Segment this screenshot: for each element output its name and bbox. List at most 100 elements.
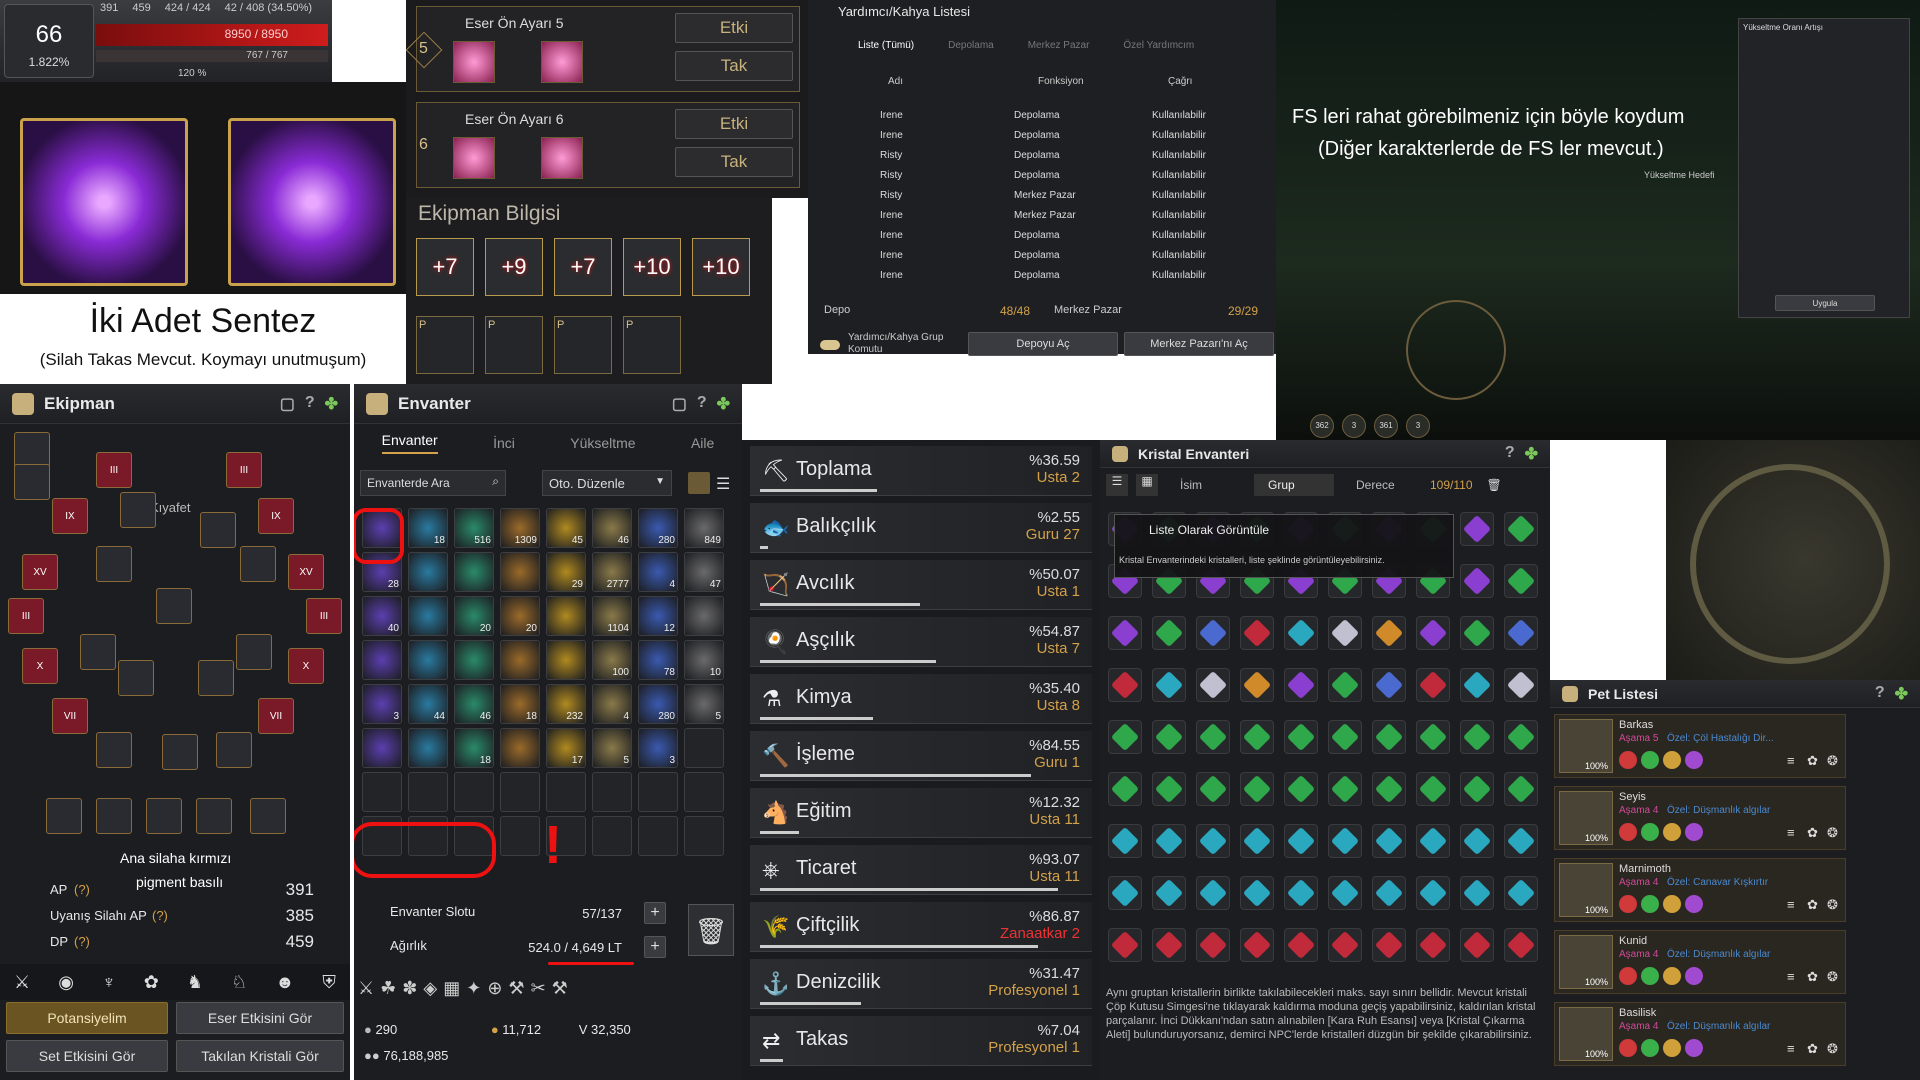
life-skill-row[interactable]: ⚓ Denizcilik %31.47 Profesyonel 1 <box>750 959 1092 1009</box>
clover-icon[interactable]: ✤ <box>1525 444 1538 464</box>
inventory-item[interactable] <box>454 640 494 680</box>
crystal-slot[interactable] <box>1372 720 1406 754</box>
crystal-slot[interactable] <box>1416 668 1450 702</box>
side-icon[interactable] <box>14 432 50 468</box>
helper-tab[interactable]: Depolama <box>948 40 994 51</box>
inventory-item[interactable]: 100 <box>592 640 632 680</box>
crystal-slot[interactable] <box>1152 616 1186 650</box>
crystal-slot[interactable] <box>1504 668 1538 702</box>
table-row[interactable]: Irene Depolama Kullanılabilir <box>808 106 1258 126</box>
table-row[interactable]: Irene Depolama Kullanılabilir <box>808 226 1258 246</box>
equipment-slot[interactable] <box>200 512 236 548</box>
crystal-slot[interactable] <box>1108 928 1142 962</box>
inventory-item[interactable]: 18 <box>500 684 540 724</box>
inventory-item[interactable]: 40 <box>362 596 402 636</box>
crystal-slot[interactable] <box>1196 824 1230 858</box>
crystal-slot[interactable] <box>1108 668 1142 702</box>
life-skill-row[interactable]: 🐴 Eğitim %12.32 Usta 11 <box>750 788 1092 838</box>
empty-slot[interactable] <box>592 772 632 812</box>
tool-icon[interactable]: ⊕ <box>487 978 502 999</box>
crystal-slot[interactable] <box>1284 772 1318 806</box>
crystal-slot[interactable] <box>1460 668 1494 702</box>
crystal-slot[interactable] <box>1152 824 1186 858</box>
table-row[interactable]: Irene Depolama Kullanılabilir <box>808 126 1258 146</box>
empty-slot[interactable] <box>684 728 724 768</box>
pet-action-icon[interactable]: ✿ <box>1807 969 1818 985</box>
crystal-slot[interactable] <box>1372 876 1406 910</box>
pet-action-icon[interactable]: ❂ <box>1827 1041 1838 1057</box>
crystal-slot[interactable] <box>1460 512 1494 546</box>
pet-action-icon[interactable]: ≡ <box>1787 825 1795 840</box>
helper-tab[interactable]: Liste (Tümü) <box>858 40 914 51</box>
crystal-slot[interactable] <box>1196 616 1230 650</box>
empty-slot[interactable] <box>500 816 540 856</box>
inventory-item[interactable]: 44 <box>408 684 448 724</box>
grid-view-icon[interactable] <box>688 472 710 494</box>
crystal-slot[interactable] <box>1504 720 1538 754</box>
inventory-search[interactable]: Envanterde Ara ⌕ <box>360 470 506 496</box>
inventory-item[interactable]: 45 <box>546 508 586 548</box>
inventory-item[interactable]: 46 <box>592 508 632 548</box>
inventory-item[interactable] <box>454 552 494 592</box>
effect-button[interactable]: Etki <box>675 109 793 139</box>
crystal-slot[interactable] <box>1152 720 1186 754</box>
empty-slot[interactable] <box>500 772 540 812</box>
crystal-slot[interactable] <box>1284 668 1318 702</box>
list-view-icon[interactable]: ☰ <box>716 474 730 494</box>
tab-icon[interactable]: ♘ <box>231 972 247 993</box>
tab-icon[interactable]: ⚔ <box>14 972 30 993</box>
inventory-item[interactable] <box>362 728 402 768</box>
crystal-slot[interactable] <box>1196 876 1230 910</box>
table-row[interactable]: Irene Depolama Kullanılabilir <box>808 266 1258 286</box>
inventory-item[interactable] <box>408 728 448 768</box>
inventory-item[interactable] <box>362 640 402 680</box>
crystal-slot[interactable] <box>1240 824 1274 858</box>
crystal-slot[interactable] <box>1372 772 1406 806</box>
help-icon[interactable]: ? <box>1505 444 1515 464</box>
inventory-item[interactable]: 3 <box>362 684 402 724</box>
empty-slot[interactable] <box>638 816 678 856</box>
inventory-item[interactable]: 280 <box>638 508 678 548</box>
crystal-slot[interactable] <box>1284 928 1318 962</box>
crystal-slot[interactable] <box>1284 616 1318 650</box>
equipment-slot[interactable] <box>250 798 286 834</box>
crystal-slot[interactable] <box>1460 824 1494 858</box>
life-skill-row[interactable]: ⛏ Toplama %36.59 Usta 2 <box>750 446 1092 496</box>
sort-group[interactable]: Grup <box>1254 474 1334 496</box>
pet-row[interactable]: 100% Basilisk Aşama 4 Özel: Düşmanlık algıl… <box>1554 1002 1846 1066</box>
crystal-slot[interactable] <box>1504 564 1538 598</box>
pet-row[interactable]: 100% Barkas Aşama 5 Özel: Çöl Hastalığı Dir… <box>1554 714 1846 778</box>
life-skill-row[interactable]: 🍳 Aşçılık %54.87 Usta 7 <box>750 617 1092 667</box>
table-row[interactable]: Irene Merkez Pazar Kullanılabilir <box>808 206 1258 226</box>
sort-name[interactable]: İsim <box>1166 478 1246 492</box>
equipment-slot[interactable]: X <box>288 648 324 684</box>
clover-icon[interactable]: ✤ <box>717 394 730 414</box>
equipment-slot[interactable] <box>146 798 182 834</box>
empty-slot[interactable] <box>546 772 586 812</box>
inventory-tab[interactable]: İnci <box>493 435 515 451</box>
inventory-item[interactable] <box>408 596 448 636</box>
empty-slot[interactable] <box>592 816 632 856</box>
equip-button[interactable]: Tak <box>675 147 793 177</box>
crystal-slot[interactable] <box>1460 772 1494 806</box>
equipment-slot[interactable] <box>196 798 232 834</box>
add-weight-button[interactable]: + <box>644 936 666 958</box>
equipment-slot[interactable]: VII <box>52 698 88 734</box>
equipment-slot[interactable] <box>240 546 276 582</box>
sort-grade[interactable]: Derece <box>1342 478 1422 492</box>
inventory-tab[interactable]: Envanter <box>381 432 438 454</box>
inventory-item[interactable]: 20 <box>454 596 494 636</box>
tab-icon[interactable]: ♞ <box>187 972 203 993</box>
empty-slot[interactable] <box>684 816 724 856</box>
helper-tab[interactable]: Merkez Pazar <box>1028 40 1090 51</box>
tab-icon[interactable]: ◉ <box>58 972 74 993</box>
crystal-slot[interactable] <box>1196 668 1230 702</box>
inventory-item[interactable]: 1309 <box>500 508 540 548</box>
inventory-item[interactable]: 29 <box>546 552 586 592</box>
enhanced-item[interactable]: +7 <box>416 238 474 296</box>
trash-icon[interactable]: 🗑 <box>1487 478 1502 492</box>
pet-row[interactable]: 100% Marnimoth Aşama 4 Özel: Canavar Kışkır… <box>1554 858 1846 922</box>
inventory-item[interactable]: 280 <box>638 684 678 724</box>
add-slot-button[interactable]: + <box>644 902 666 924</box>
equipment-slot[interactable] <box>96 546 132 582</box>
